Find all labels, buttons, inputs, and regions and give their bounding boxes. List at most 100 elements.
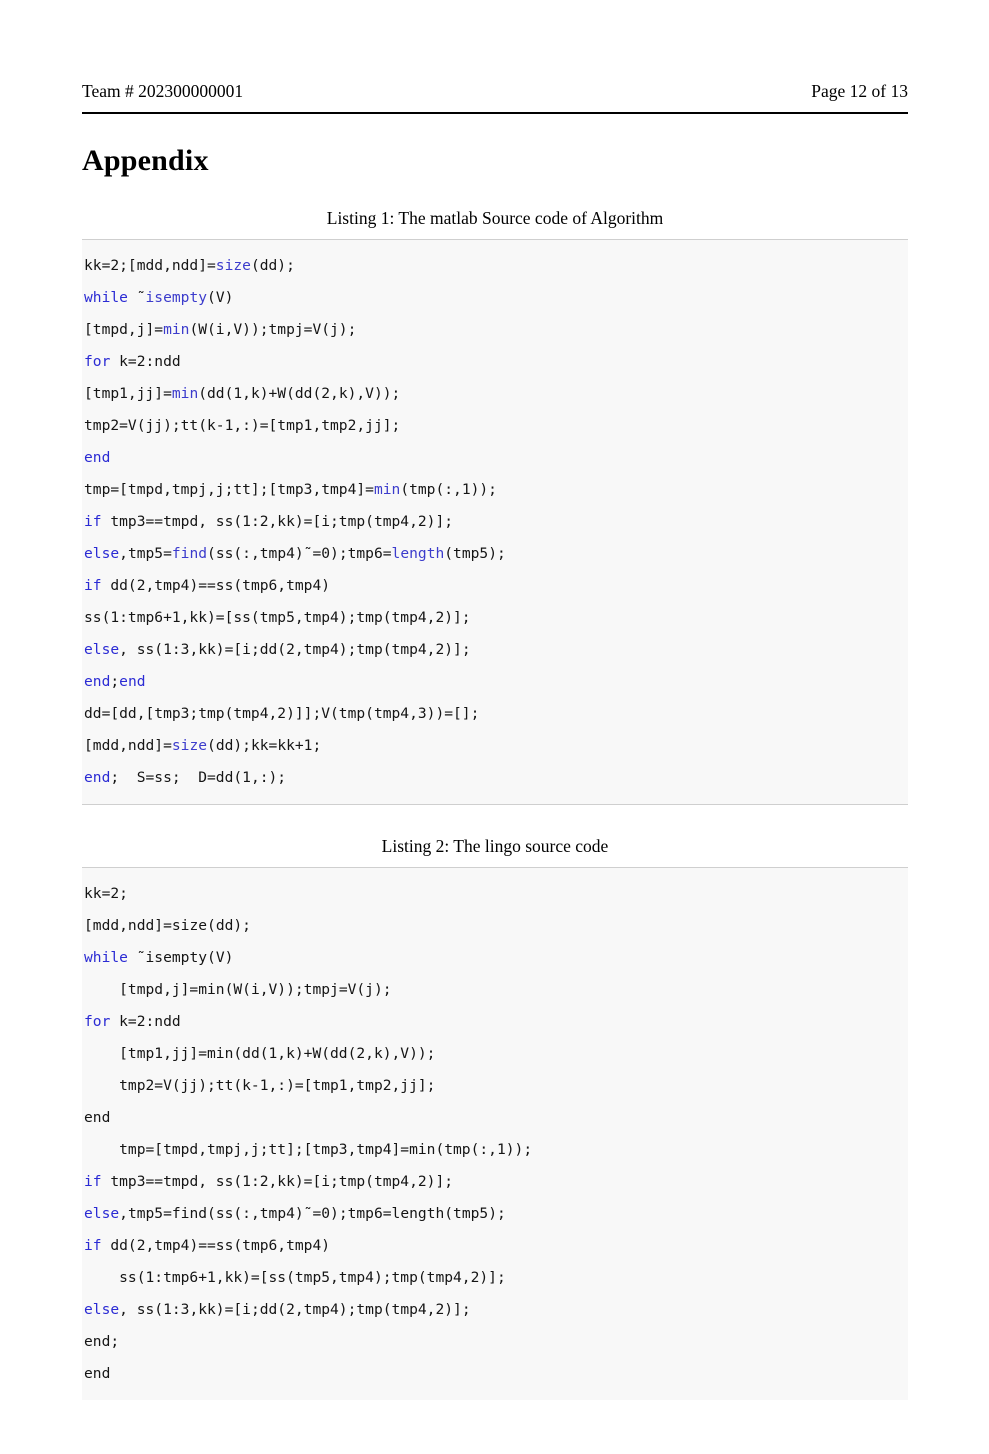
- code-keyword: end: [84, 449, 111, 466]
- code-line: [tmpd,j]=min(W(i,V));tmpj=V(j);: [82, 314, 908, 346]
- code-line: else,tmp5=find(ss(:,tmp4)˜=0);tmp6=lengt…: [82, 1198, 908, 1230]
- code-text: (dd(1,k)+W(dd(2,k),V));: [233, 1045, 436, 1062]
- code-text: ss(1:tmp6+1,kk)=[ss(tmp5,tmp4);tmp(tmp4,…: [84, 609, 471, 626]
- code-text: (dd);kk=kk+1;: [207, 737, 322, 754]
- code-line: [mdd,ndd]=size(dd);kk=kk+1;: [82, 730, 908, 762]
- code-text: kk=2;: [84, 885, 128, 902]
- code-text: k=2:ndd: [110, 1013, 181, 1030]
- code-line: else, ss(1:3,kk)=[i;dd(2,tmp4);tmp(tmp4,…: [82, 634, 908, 666]
- header-team-id: Team # 202300000001: [82, 81, 244, 101]
- code-line: end: [82, 1102, 908, 1134]
- code-function: min: [409, 1141, 436, 1158]
- code-listing-1: Listing 1: The matlab Source code of Alg…: [82, 208, 908, 805]
- code-line: end;: [82, 1326, 908, 1358]
- listing-1-caption: Listing 1: The matlab Source code of Alg…: [326, 208, 664, 228]
- code-text: (tmp5);: [444, 545, 506, 562]
- code-text: [tmp1,jj]=: [84, 385, 172, 402]
- code-text: tmp2=V(jj);tt(k-1,:)=[tmp1,tmp2,jj];: [84, 1077, 436, 1094]
- code-function: min: [163, 321, 190, 338]
- code-text: (dd(1,k)+W(dd(2,k),V));: [198, 385, 401, 402]
- code-text: [tmp1,jj]=: [84, 1045, 208, 1062]
- code-line: ss(1:tmp6+1,kk)=[ss(tmp5,tmp4);tmp(tmp4,…: [82, 1262, 908, 1294]
- code-line: else,tmp5=find(ss(:,tmp4)˜=0);tmp6=lengt…: [82, 538, 908, 570]
- code-function: min: [373, 481, 401, 498]
- code-text: ˜: [127, 289, 146, 306]
- code-keyword: for: [84, 353, 111, 370]
- code-line: if dd(2,tmp4)==ss(tmp6,tmp4): [82, 570, 908, 602]
- code-keyword: if: [84, 577, 102, 594]
- code-function: size: [215, 257, 251, 274]
- code-text: , ss(1:3,kk)=[i;dd(2,tmp4);tmp(tmp4,2)];: [119, 1301, 471, 1318]
- code-text: (dd);: [250, 257, 295, 274]
- code-line: for k=2:ndd: [82, 1006, 908, 1038]
- code-line: end; S=ss; D=dd(1,:);: [82, 762, 908, 794]
- code-line: end;end: [82, 666, 908, 698]
- code-line: tmp2=V(jj);tt(k-1,:)=[tmp1,tmp2,jj];: [82, 1070, 908, 1102]
- code-keyword: for: [84, 1013, 111, 1030]
- code-text: tmp=[tmpd,tmpj,j;tt];[tmp3,tmp4]=: [84, 1141, 410, 1158]
- listing-1-code-block: kk=2;[mdd,ndd]=size(dd); while ˜isempty(V…: [82, 239, 908, 805]
- code-text: kk=2;[mdd,ndd]=: [84, 257, 216, 274]
- code-listing-2: Listing 2: The lingo source code kk=2; [m…: [82, 836, 908, 1400]
- code-line: if tmp3==tmpd, ss(1:2,kk)=[i;tmp(tmp4,2)…: [82, 1166, 908, 1198]
- code-function: size: [171, 737, 208, 754]
- listing-2-caption: Listing 2: The lingo source code: [381, 836, 609, 856]
- code-line: tmp=[tmpd,tmpj,j;tt];[tmp3,tmp4]=min(tmp…: [82, 1134, 908, 1166]
- code-line: ss(1:tmp6+1,kk)=[ss(tmp5,tmp4);tmp(tmp4,…: [82, 602, 908, 634]
- code-function: isempty: [145, 949, 208, 966]
- code-line: [tmpd,j]=min(W(i,V));tmpj=V(j);: [82, 974, 908, 1006]
- code-line: if dd(2,tmp4)==ss(tmp6,tmp4): [82, 1230, 908, 1262]
- code-function: min: [171, 385, 199, 402]
- code-line: if tmp3==tmpd, ss(1:2,kk)=[i;tmp(tmp4,2)…: [82, 506, 908, 538]
- code-function: length: [391, 545, 445, 562]
- code-line: [tmp1,jj]=min(dd(1,k)+W(dd(2,k),V));: [82, 378, 908, 410]
- code-text: (dd);: [207, 917, 251, 934]
- code-text: tmp3==tmpd, ss(1:2,kk)=[i;tmp(tmp4,2)];: [101, 1173, 454, 1190]
- header-page-number: Page 12 of 13: [811, 81, 908, 101]
- code-keyword: while: [84, 289, 128, 306]
- page-title: Appendix: [82, 144, 209, 178]
- code-function: find: [171, 545, 208, 562]
- code-text: tmp=[tmpd,tmpj,j;tt];[tmp3,tmp4]=: [84, 481, 374, 498]
- code-keyword: while: [84, 949, 128, 966]
- code-text: ss(1:tmp6+1,kk)=[ss(tmp5,tmp4);tmp(tmp4,…: [84, 1269, 506, 1286]
- code-line: tmp2=V(jj);tt(k-1,:)=[tmp1,tmp2,jj];: [82, 410, 908, 442]
- code-text: [mdd,ndd]=: [84, 917, 172, 934]
- code-text: , ss(1:3,kk)=[i;dd(2,tmp4);tmp(tmp4,2)];: [119, 641, 471, 658]
- code-text: ˜: [127, 949, 146, 966]
- code-line: end: [82, 1358, 908, 1390]
- code-text: [tmpd,j]=: [84, 981, 199, 998]
- document-page: Team # 202300000001 Page 12 of 13 Append…: [0, 0, 989, 1454]
- code-text: end: [84, 1109, 111, 1126]
- code-line: else, ss(1:3,kk)=[i;dd(2,tmp4);tmp(tmp4,…: [82, 1294, 908, 1326]
- code-line: while ˜isempty(V): [82, 282, 908, 314]
- code-function: min: [207, 1045, 234, 1062]
- code-line: kk=2;[mdd,ndd]=size(dd);: [82, 250, 908, 282]
- code-function: isempty: [145, 289, 208, 306]
- code-keyword: if: [84, 513, 102, 530]
- code-text: k=2:ndd: [110, 353, 181, 370]
- code-text: [tmpd,j]=: [84, 321, 164, 338]
- code-text: dd(2,tmp4)==ss(tmp6,tmp4): [101, 1237, 331, 1254]
- code-text: (tmp(:,1));: [400, 481, 497, 498]
- code-function: size: [171, 917, 208, 934]
- code-text: ; S=ss; D=dd(1,:);: [110, 769, 287, 786]
- code-text: (W(i,V));tmpj=V(j);: [224, 981, 392, 998]
- code-keyword: if: [84, 1173, 102, 1190]
- code-keyword: end: [119, 673, 146, 690]
- code-text: [mdd,ndd]=: [84, 737, 172, 754]
- code-function: find: [171, 1205, 208, 1222]
- code-keyword: if: [84, 1237, 102, 1254]
- code-text: dd(2,tmp4)==ss(tmp6,tmp4): [101, 577, 331, 594]
- code-text: (ss(:,tmp4)˜=0);tmp6=: [207, 545, 392, 562]
- code-text: (V): [207, 949, 234, 966]
- code-keyword: else: [84, 641, 120, 658]
- code-text: (tmp(:,1));: [435, 1141, 533, 1158]
- code-line: for k=2:ndd: [82, 346, 908, 378]
- code-line: while ˜isempty(V): [82, 942, 908, 974]
- listing-2-code-block: kk=2; [mdd,ndd]=size(dd); while ˜isempty(V…: [82, 867, 908, 1400]
- code-keyword: else: [84, 1301, 120, 1318]
- running-header: Team # 202300000001 Page 12 of 13: [82, 81, 908, 101]
- header-divider-rule: [82, 112, 908, 114]
- code-function: length: [391, 1205, 445, 1222]
